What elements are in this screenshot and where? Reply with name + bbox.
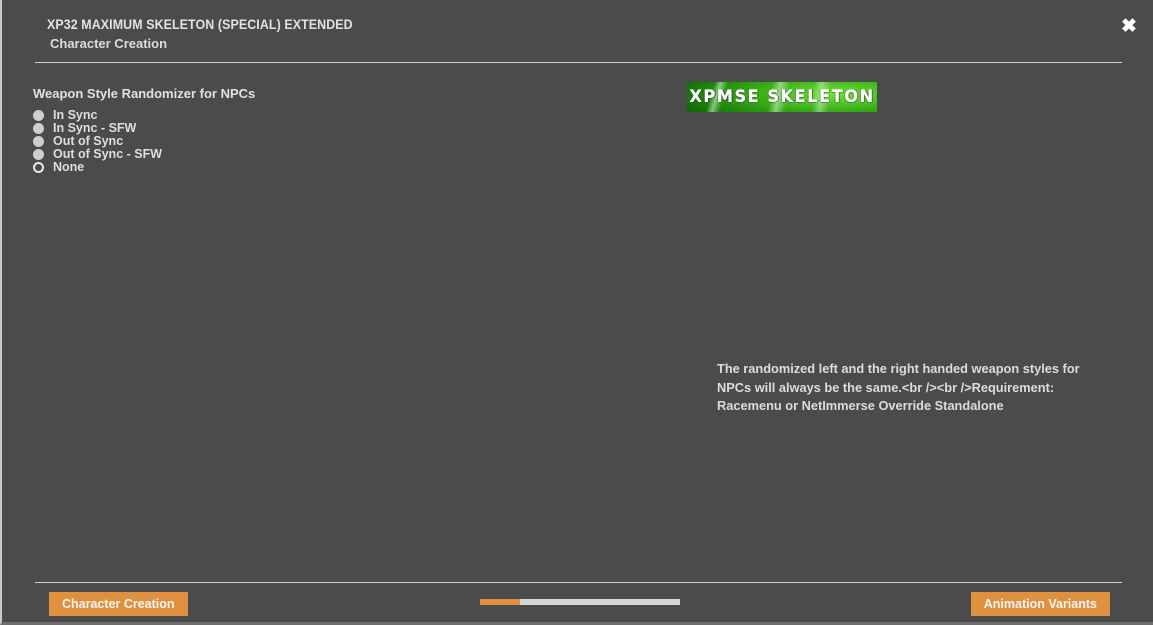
radio-group: In Sync In Sync - SFW Out of Sync Out of… [33, 109, 162, 174]
option-description: The randomized left and the right handed… [717, 361, 1080, 413]
close-icon[interactable]: ✖ [1115, 12, 1143, 40]
radio-circle-icon [33, 123, 44, 134]
progress-bar [480, 599, 680, 605]
progress-bar-fill [480, 599, 520, 605]
page-subtitle: Character Creation [50, 36, 168, 51]
radio-circle-icon [33, 149, 44, 160]
back-button[interactable]: Character Creation [49, 592, 188, 616]
page-title: XP32 MAXIMUM SKELETON (SPECIAL) EXTENDED [47, 17, 353, 32]
next-button[interactable]: Animation Variants [970, 592, 1110, 616]
installer-window: XP32 MAXIMUM SKELETON (SPECIAL) EXTENDED… [0, 0, 1153, 625]
radio-option-none[interactable]: None [33, 161, 162, 174]
radio-circle-icon [33, 110, 44, 121]
radio-circle-selected-icon [33, 162, 44, 173]
footer-divider [35, 582, 1122, 583]
radio-option-label: None [53, 160, 85, 174]
options-panel: Weapon Style Randomizer for NPCs In Sync… [2, 63, 692, 573]
detail-panel: XPMSE SKELETON The randomized left and t… [687, 63, 1153, 573]
radio-circle-icon [33, 136, 44, 147]
window-header: XP32 MAXIMUM SKELETON (SPECIAL) EXTENDED… [2, 0, 1153, 63]
banner-image-label: XPMSE SKELETON [689, 87, 875, 107]
xpmse-skeleton-banner-image: XPMSE SKELETON [687, 82, 877, 112]
option-group-label: Weapon Style Randomizer for NPCs [33, 86, 256, 101]
